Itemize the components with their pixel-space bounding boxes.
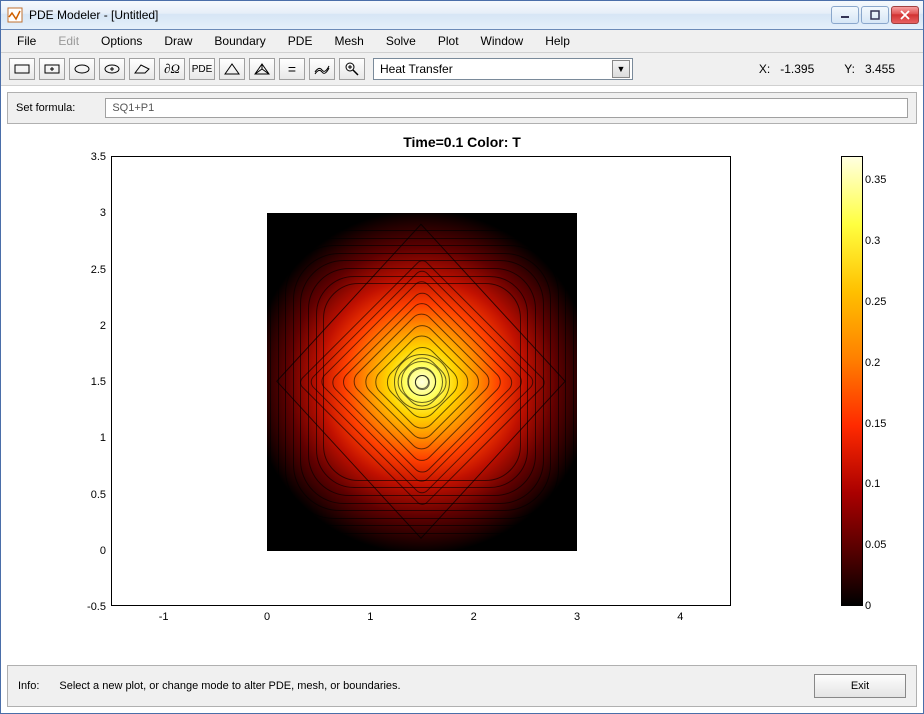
minimize-button[interactable]: [831, 6, 859, 24]
tool-solve[interactable]: =: [279, 58, 305, 80]
application-mode-value: Heat Transfer: [380, 62, 453, 76]
info-text: Select a new plot, or change mode to alt…: [59, 680, 794, 692]
tool-polygon[interactable]: [129, 58, 155, 80]
formula-label: Set formula:: [16, 102, 75, 114]
tool-boundary[interactable]: ∂Ω: [159, 58, 185, 80]
tool-plot3d[interactable]: [309, 58, 335, 80]
menu-solve[interactable]: Solve: [376, 32, 426, 50]
menu-window[interactable]: Window: [471, 32, 534, 50]
tool-ellipse[interactable]: [69, 58, 95, 80]
coordinate-readout: X: -1.395 Y: 3.455: [759, 62, 915, 76]
window-title: PDE Modeler - [Untitled]: [29, 8, 831, 22]
toolbar: ∂Ω PDE = Heat Transfer ▼ X: -1.395 Y: 3.…: [1, 53, 923, 86]
menu-bar: File Edit Options Draw Boundary PDE Mesh…: [1, 30, 923, 53]
close-button[interactable]: [891, 6, 919, 24]
menu-options[interactable]: Options: [91, 32, 152, 50]
status-bar: Info: Select a new plot, or change mode …: [7, 665, 917, 707]
application-mode-select[interactable]: Heat Transfer ▼: [373, 58, 633, 80]
menu-edit[interactable]: Edit: [48, 32, 89, 50]
menu-pde[interactable]: PDE: [278, 32, 323, 50]
menu-draw[interactable]: Draw: [154, 32, 202, 50]
tool-rectangle-centered[interactable]: [39, 58, 65, 80]
plot-title: Time=0.1 Color: T: [1, 134, 923, 150]
dropdown-arrow-icon: ▼: [612, 60, 630, 78]
colorbar: [841, 156, 863, 606]
tool-zoom[interactable]: [339, 58, 365, 80]
colorbar-ticks: 00.050.10.150.20.250.30.35: [865, 156, 893, 606]
plot-area[interactable]: Time=0.1 Color: T -0.500.511.522.533.5 -…: [1, 130, 923, 665]
title-bar: PDE Modeler - [Untitled]: [1, 1, 923, 30]
tool-rectangle[interactable]: [9, 58, 35, 80]
menu-file[interactable]: File: [7, 32, 46, 50]
maximize-button[interactable]: [861, 6, 889, 24]
tool-mesh-init[interactable]: [219, 58, 245, 80]
tool-mesh-refine[interactable]: [249, 58, 275, 80]
menu-boundary[interactable]: Boundary: [204, 32, 275, 50]
formula-input[interactable]: SQ1+P1: [105, 98, 908, 118]
solution-heatmap: [267, 213, 577, 551]
exit-button[interactable]: Exit: [814, 674, 906, 698]
tool-ellipse-centered[interactable]: [99, 58, 125, 80]
menu-plot[interactable]: Plot: [428, 32, 469, 50]
info-label: Info:: [18, 680, 39, 692]
tool-pde-mode[interactable]: PDE: [189, 58, 215, 80]
app-icon: [7, 7, 23, 23]
formula-bar: Set formula: SQ1+P1: [7, 92, 917, 124]
menu-mesh[interactable]: Mesh: [324, 32, 373, 50]
axes: -0.500.511.522.533.5 -101234: [111, 156, 731, 606]
menu-help[interactable]: Help: [535, 32, 580, 50]
